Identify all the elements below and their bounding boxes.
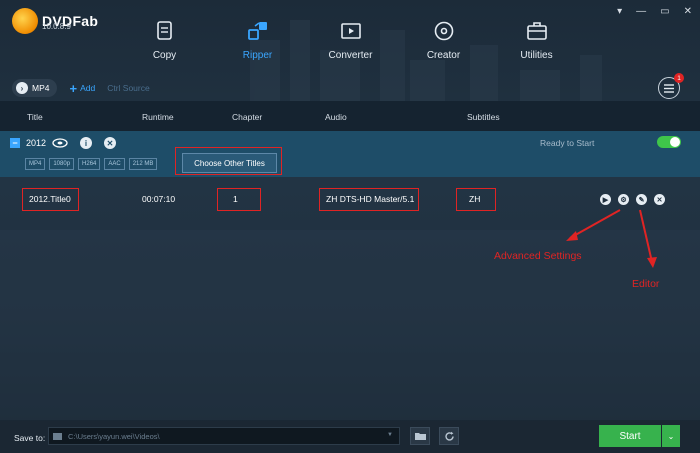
browse-folder-button[interactable] [410, 427, 430, 445]
refresh-icon [444, 431, 454, 441]
output-path-value: C:\Users\yayun.wei\Videos\ [68, 431, 160, 441]
annotation-advanced-settings: Advanced Settings [494, 250, 582, 262]
start-options-chevron-icon[interactable]: ⌄ [662, 425, 680, 447]
folder-small-icon [53, 432, 62, 440]
annotation-arrows [566, 209, 657, 268]
annotation-editor: Editor [632, 278, 660, 290]
refresh-button[interactable] [439, 427, 459, 445]
bottom-bar: Save to: C:\Users\yayun.wei\Videos\ ▼ St… [0, 421, 700, 453]
save-to-label: Save to: [14, 433, 46, 443]
output-path-field[interactable]: C:\Users\yayun.wei\Videos\ ▼ [48, 427, 400, 445]
chevron-down-icon[interactable]: ▼ [387, 432, 393, 438]
start-button[interactable]: Start [599, 425, 661, 447]
folder-icon [414, 433, 426, 440]
